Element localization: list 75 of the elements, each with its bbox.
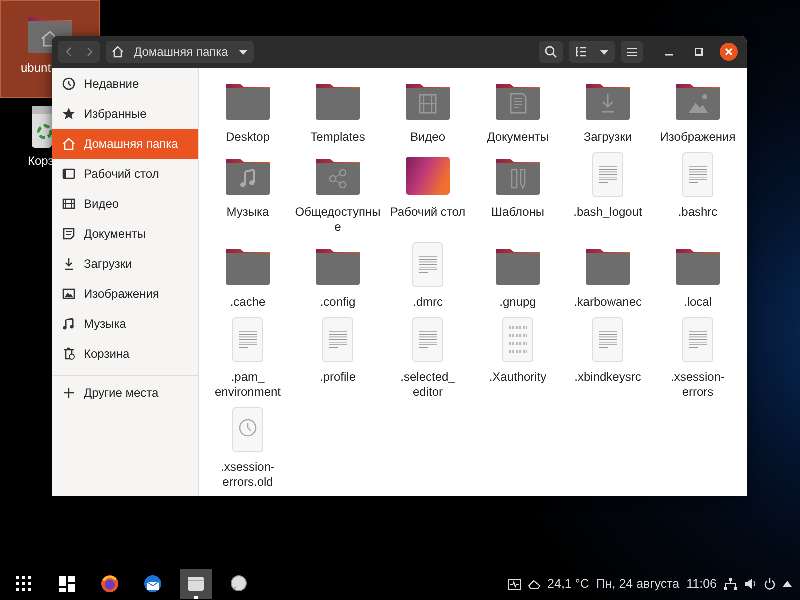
monitor-icon (508, 578, 521, 590)
desktop-icon (62, 167, 76, 181)
file-name[interactable]: .cache (230, 295, 266, 310)
file-name[interactable]: Загрузки (584, 130, 632, 145)
file-name[interactable]: .xsession- errors.old (205, 460, 291, 490)
trash-icon (62, 347, 76, 361)
clock-icon (62, 77, 76, 91)
file-name[interactable]: Изображения (660, 130, 736, 145)
caret-icon (600, 50, 608, 54)
file-name[interactable]: .bash_logout (574, 205, 642, 220)
file-name[interactable]: Видео (410, 130, 446, 145)
document-icon (62, 227, 76, 241)
file-name[interactable]: .xsession- errors (655, 370, 741, 400)
desktop-icon-label: ubunt (21, 60, 52, 77)
date-text[interactable]: Пн, 24 августа (596, 574, 680, 594)
sidebar-item[interactable]: Видео (52, 189, 198, 219)
file-name[interactable]: .config (320, 295, 356, 310)
plus-icon (62, 386, 76, 400)
close-icon (720, 43, 738, 61)
search-icon (545, 46, 557, 58)
sidebar-item[interactable]: Домашняя папка (52, 129, 198, 159)
file-name[interactable]: Рабочий стол (390, 205, 466, 220)
file-name[interactable]: .gnupg (500, 295, 536, 310)
file-name[interactable]: Музыка (226, 205, 270, 220)
sidebar-item[interactable]: Рабочий стол (52, 159, 198, 189)
menu-icon (627, 48, 637, 56)
download-icon (62, 257, 76, 271)
sidebar-item[interactable]: Другие места (52, 378, 198, 408)
caret-icon (239, 50, 248, 54)
file-name[interactable]: .dmrc (413, 295, 443, 310)
file-name[interactable]: .karbowanec (574, 295, 642, 310)
taskbar-app-button[interactable] (180, 569, 212, 599)
file-name[interactable]: .pam_ environment (205, 370, 291, 400)
film-icon (62, 197, 76, 211)
envelope-icon (144, 575, 162, 593)
close-button[interactable] (717, 41, 741, 63)
file-name[interactable]: Шаблоны (491, 205, 545, 220)
maximize-icon (695, 48, 703, 56)
clock-text[interactable]: 11:06 (686, 574, 717, 594)
app-grid-icon (15, 575, 33, 593)
home-icon (112, 46, 124, 58)
file-name[interactable]: Документы (487, 130, 549, 145)
search-button[interactable] (539, 41, 563, 63)
power-icon (764, 578, 776, 590)
back-chevron-icon (66, 47, 72, 57)
star-icon (62, 107, 76, 121)
folder-icon (187, 575, 205, 593)
file-name[interactable]: .bashrc (678, 205, 718, 220)
sidebar-item[interactable]: Музыка (52, 309, 198, 339)
file-name[interactable]: Templates (310, 130, 366, 145)
sidebar-item[interactable]: Корзина (52, 339, 198, 369)
home-icon (62, 137, 76, 151)
file-name[interactable]: Общедоступные (295, 205, 381, 235)
file-name[interactable]: Desktop (226, 130, 270, 145)
file-name[interactable]: .local (684, 295, 712, 310)
file-name[interactable]: .profile (320, 370, 356, 385)
tiles-icon (58, 575, 76, 593)
network-icon (724, 578, 737, 590)
file-name[interactable]: .selected_ editor (385, 370, 471, 400)
sidebar-item[interactable]: Загрузки (52, 249, 198, 279)
sidebar-item[interactable]: Изображения (52, 279, 198, 309)
music-note-icon (62, 317, 76, 331)
file-name[interactable]: .Xauthority (489, 370, 547, 385)
sidebar-item[interactable]: Документы (52, 219, 198, 249)
menu-button[interactable] (621, 41, 643, 63)
volume-icon (744, 578, 757, 590)
sidebar-item[interactable]: Избранные (52, 99, 198, 129)
up-arrow-icon (783, 581, 792, 587)
picture-icon (62, 287, 76, 301)
temperature-text: 24,1 °C (548, 576, 590, 593)
speech-bubble-icon (230, 575, 248, 593)
path-button[interactable]: Домашняя папка (106, 41, 254, 63)
file-name[interactable]: .xbindkeysrc (574, 370, 642, 385)
list-icon (575, 47, 587, 57)
forward-chevron-icon (86, 47, 92, 57)
